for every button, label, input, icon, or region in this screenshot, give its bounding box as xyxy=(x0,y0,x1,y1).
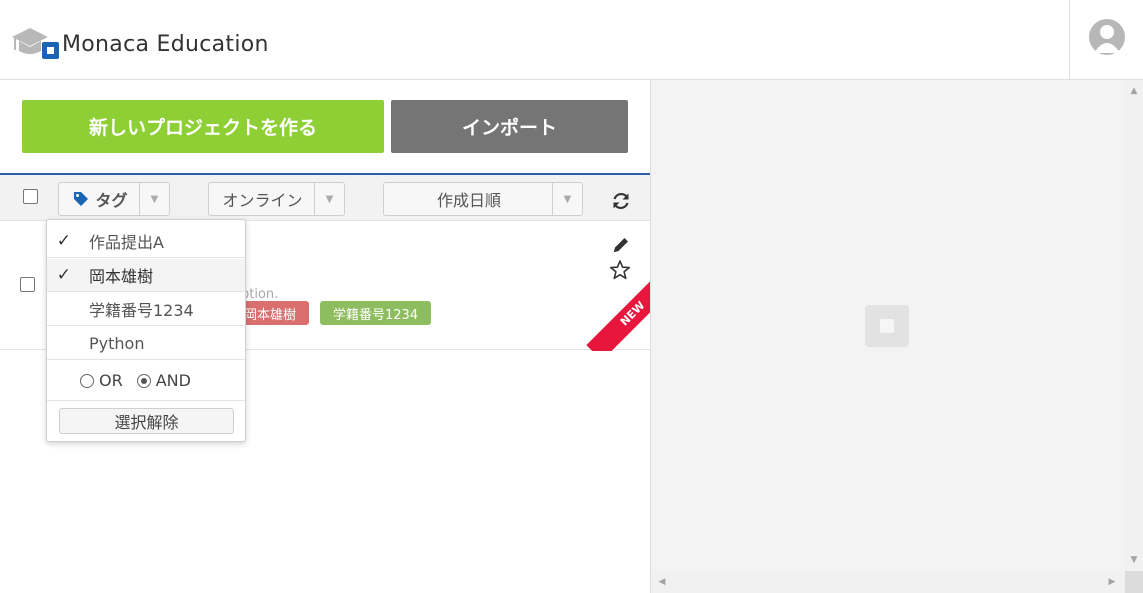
tag-filter-menu: ✓ 作品提出A ✓ 岡本雄樹 学籍番号1234 Python OR AND 選択… xyxy=(46,219,246,442)
select-all-checkbox[interactable] xyxy=(23,189,38,204)
app-header: Monaca Education xyxy=(0,0,1143,80)
horizontal-scrollbar[interactable]: ◀ ▶ xyxy=(651,571,1125,593)
graduation-cap-icon xyxy=(10,24,60,64)
new-badge-label: NEW xyxy=(586,281,650,351)
scrollbar-corner xyxy=(1125,571,1143,593)
logo-text: Monaca Education xyxy=(62,31,269,57)
tag-icon xyxy=(74,192,89,206)
or-radio-label: OR xyxy=(99,371,123,390)
user-avatar-icon[interactable] xyxy=(1089,19,1125,55)
pencil-icon[interactable] xyxy=(611,235,631,255)
refresh-icon[interactable] xyxy=(610,190,632,212)
project-tag[interactable]: 学籍番号1234 xyxy=(320,301,432,325)
clear-selection-button[interactable]: 選択解除 xyxy=(59,408,234,434)
scroll-left-icon[interactable]: ◀ xyxy=(653,573,671,591)
scroll-right-icon[interactable]: ▶ xyxy=(1103,573,1121,591)
project-description: ption. xyxy=(241,287,279,302)
user-menu[interactable] xyxy=(1069,0,1143,80)
vertical-scrollbar[interactable]: ▲ ▼ xyxy=(1125,80,1143,571)
chevron-down-icon: ▼ xyxy=(139,183,169,215)
tag-menu-item-label: Python xyxy=(89,333,145,353)
tag-menu-item[interactable]: ✓ 岡本雄樹 xyxy=(47,259,245,292)
scroll-up-icon[interactable]: ▲ xyxy=(1125,82,1143,100)
or-radio[interactable] xyxy=(80,373,94,388)
check-icon: ✓ xyxy=(56,265,71,285)
new-project-button[interactable]: 新しいプロジェクトを作る xyxy=(22,100,384,153)
star-icon[interactable] xyxy=(609,259,631,281)
new-badge: NEW xyxy=(580,281,650,351)
and-radio-label: AND xyxy=(155,371,191,390)
sort-label: 作成日順 xyxy=(436,191,501,210)
import-button[interactable]: インポート xyxy=(391,100,628,153)
tag-menu-item[interactable]: Python xyxy=(47,327,245,360)
sort-dropdown[interactable]: 作成日順 ▼ xyxy=(383,182,583,216)
tag-menu-item-label: 作品提出A xyxy=(89,233,164,252)
and-radio[interactable] xyxy=(136,373,151,388)
preview-placeholder-icon xyxy=(865,305,909,347)
project-select-checkbox[interactable] xyxy=(20,277,35,292)
tag-menu-item-label: 学籍番号1234 xyxy=(89,301,194,320)
location-filter-dropdown[interactable]: オンライン ▼ xyxy=(208,182,345,216)
tag-match-mode: OR AND xyxy=(47,361,245,401)
chevron-down-icon: ▼ xyxy=(552,183,582,215)
tag-menu-item-label: 岡本雄樹 xyxy=(89,267,154,286)
tag-menu-item[interactable]: 学籍番号1234 xyxy=(47,293,245,326)
tag-filter-dropdown[interactable]: タグ ▼ xyxy=(58,182,170,216)
tag-filter-label: タグ xyxy=(95,191,128,210)
app-logo[interactable]: Monaca Education xyxy=(10,22,269,66)
location-filter-label: オンライン xyxy=(222,191,303,210)
list-toolbar: タグ ▼ オンライン ▼ 作成日順 ▼ xyxy=(0,173,650,221)
scroll-down-icon[interactable]: ▼ xyxy=(1125,551,1143,569)
chevron-down-icon: ▼ xyxy=(314,183,344,215)
check-icon: ✓ xyxy=(56,231,71,251)
tag-menu-item[interactable]: ✓ 作品提出A xyxy=(47,225,245,258)
